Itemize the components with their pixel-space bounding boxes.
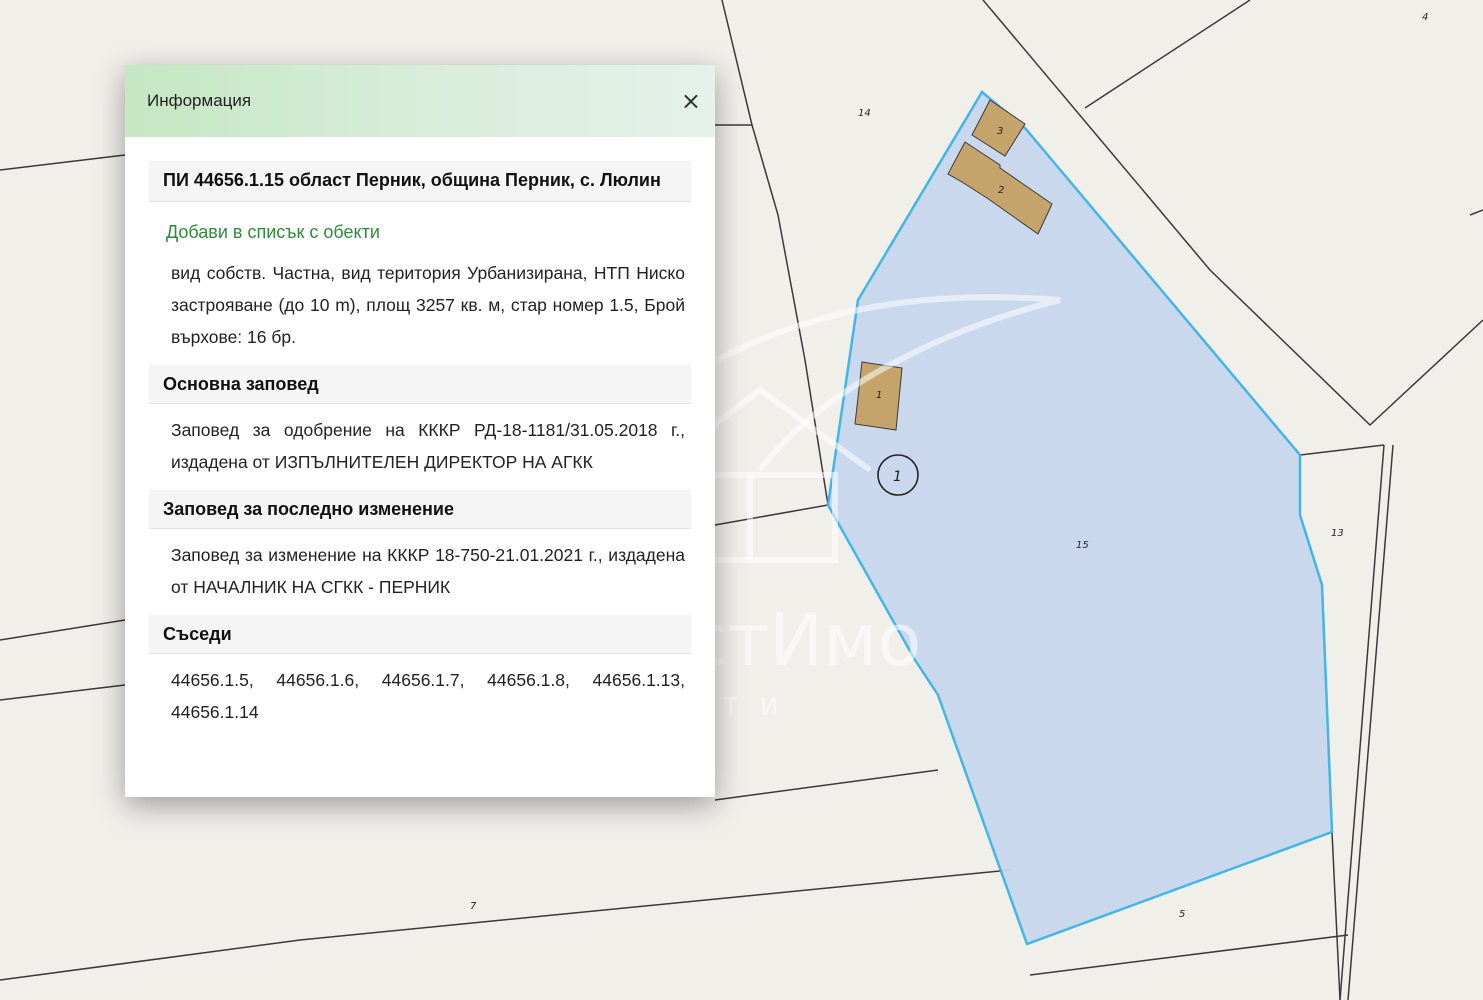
building-label-3: 3: [997, 126, 1003, 137]
add-to-list-link[interactable]: Добави в списък с обекти: [166, 222, 380, 243]
panel-title: Информация: [147, 91, 252, 110]
parcel-label-14: 14: [858, 108, 871, 119]
property-heading: ПИ 44656.1.15 област Перник, община Перн…: [149, 161, 691, 202]
main-order-text: Заповед за одобрение на КККР РД-18-1181/…: [171, 420, 685, 472]
panel-body: ПИ 44656.1.15 област Перник, община Перн…: [125, 137, 715, 740]
parcel-label-7: 7: [470, 901, 477, 912]
info-panel: Информация × ПИ 44656.1.15 област Перник…: [125, 65, 715, 797]
property-details: вид собств. Частна, вид територия Урбани…: [171, 263, 685, 347]
parcel-label-15: 15: [1076, 540, 1089, 551]
building-label-1: 1: [876, 390, 882, 401]
panel-header: Информация ×: [125, 65, 715, 137]
parcel-label-4: 4: [1422, 12, 1428, 23]
main-order-heading: Основна заповед: [149, 365, 691, 404]
parcel-label-5: 5: [1179, 909, 1185, 920]
last-change-text: Заповед за изменение на КККР 18-750-21.0…: [171, 545, 685, 597]
parcel-label-13: 13: [1331, 528, 1344, 539]
building-label-2: 2: [998, 185, 1004, 196]
close-icon[interactable]: ×: [681, 89, 701, 113]
last-change-heading: Заповед за последно изменение: [149, 490, 691, 529]
neighbours-heading: Съседи: [149, 615, 691, 654]
neighbours-text: 44656.1.5, 44656.1.6, 44656.1.7, 44656.1…: [171, 670, 685, 722]
parcel-marker-label: 1: [893, 469, 902, 485]
